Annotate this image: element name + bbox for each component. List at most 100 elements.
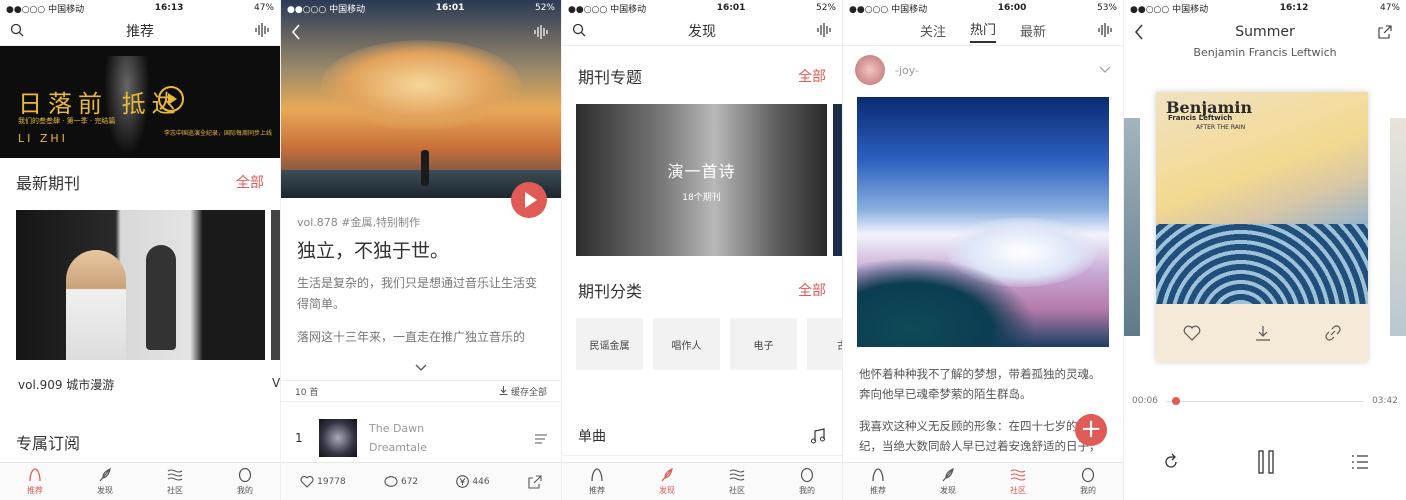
player-controls xyxy=(1124,450,1406,474)
tab-mine[interactable]: 我的 xyxy=(772,463,842,500)
action-bar: 19778 672 446 xyxy=(281,462,561,500)
tab-label: 社区 xyxy=(1010,486,1026,495)
clock: 16:01 xyxy=(435,3,465,13)
tab-recommend[interactable]: 推荐 xyxy=(0,463,70,500)
see-all-link[interactable]: 全部 xyxy=(798,280,826,300)
music-note-icon xyxy=(811,427,825,443)
heart-icon[interactable] xyxy=(1183,325,1201,341)
prev-album-card[interactable] xyxy=(1124,118,1140,336)
download-icon[interactable] xyxy=(1255,325,1271,341)
single-section[interactable]: 单曲 xyxy=(562,416,842,456)
comment-button[interactable]: 672 xyxy=(384,475,418,488)
category-chip[interactable]: 民谣金属 xyxy=(576,318,643,370)
banner[interactable]: 日落前 抵达 我们的叁叁肆 · 第一季 · 完结篇 LI ZHI 李志中国巡演全… xyxy=(0,46,280,158)
search-icon[interactable] xyxy=(572,23,586,41)
tab-community[interactable]: 社区 xyxy=(140,463,210,500)
now-playing-icon[interactable] xyxy=(1097,23,1113,41)
now-playing-icon[interactable] xyxy=(816,23,832,41)
avatar[interactable] xyxy=(855,55,885,85)
clock: 16:13 xyxy=(154,3,184,13)
tab-label: 社区 xyxy=(729,486,745,495)
coin-count: 446 xyxy=(472,476,490,487)
see-all-link[interactable]: 全部 xyxy=(236,172,264,192)
tab-discover[interactable]: 发现 xyxy=(632,463,702,500)
album-card: Benjamin Francis Leftwich AFTER THE RAIN xyxy=(1156,92,1368,362)
tab-bar: 推荐 发现 社区 我的 xyxy=(843,462,1123,500)
category-chip[interactable]: 电子 xyxy=(730,318,797,370)
back-icon[interactable] xyxy=(291,24,301,44)
category-chip[interactable]: 唱作人 xyxy=(653,318,720,370)
tab-recommend[interactable]: 推荐 xyxy=(843,463,913,500)
topic-count: 18个期刊 xyxy=(682,192,721,203)
next-album-card[interactable] xyxy=(1390,118,1406,336)
battery: 53% xyxy=(1096,3,1117,13)
tab-discover[interactable]: 发现 xyxy=(913,463,983,500)
status-bar: ●●○○○ 中国移动 16:13 47% xyxy=(0,0,280,16)
back-icon[interactable] xyxy=(1134,24,1144,44)
progress-handle[interactable] xyxy=(1171,396,1180,405)
tab-hot[interactable]: 热门 xyxy=(969,19,996,43)
see-all-link[interactable]: 全部 xyxy=(798,66,826,86)
coin-button[interactable]: 446 xyxy=(456,475,490,488)
now-playing-icon[interactable] xyxy=(533,24,549,43)
status-bar: ●●○○○ 中国移动 16:01 52% xyxy=(562,0,842,16)
search-icon[interactable] xyxy=(10,23,24,41)
track-number: 1 xyxy=(295,431,303,445)
now-playing-icon[interactable] xyxy=(254,23,270,41)
next-topic-card[interactable] xyxy=(833,104,842,256)
tab-mine[interactable]: 我的 xyxy=(1053,463,1123,500)
waves-icon xyxy=(167,469,183,481)
expand-chevron-icon[interactable] xyxy=(415,357,427,376)
tab-community[interactable]: 社区 xyxy=(983,463,1053,500)
battery: 47% xyxy=(1379,3,1400,13)
screen-volume-detail: ●●○○○ 中国移动 16:01 52% vol.878 #金属,特别制作 独立… xyxy=(281,0,562,500)
tab-recommend[interactable]: 推荐 xyxy=(562,463,632,500)
category-section-header: 期刊分类 全部 xyxy=(562,270,842,310)
track-menu-icon[interactable] xyxy=(535,429,547,448)
share-icon[interactable] xyxy=(1378,24,1392,43)
volume-paragraph-1: 生活是复杂的，我们只是想通过音乐让生活变得简单。 xyxy=(297,276,538,311)
volume-cover[interactable] xyxy=(16,210,265,360)
profile-icon xyxy=(800,467,814,483)
play-button[interactable] xyxy=(511,182,547,218)
track-list-header: 10 首 缓存全部 xyxy=(281,380,561,402)
cover-child xyxy=(66,250,126,360)
cache-all-button[interactable]: 缓存全部 xyxy=(499,385,547,398)
chevron-down-icon[interactable] xyxy=(1099,66,1111,74)
share-button[interactable] xyxy=(528,474,542,489)
album-art: Benjamin Francis Leftwich AFTER THE RAIN xyxy=(1156,92,1368,304)
post-author[interactable]: -joy- xyxy=(843,46,1123,94)
nav-bar: 发现 xyxy=(562,16,842,46)
add-post-button[interactable]: + xyxy=(1075,414,1107,446)
tab-following[interactable]: 关注 xyxy=(920,21,946,40)
track-artist: Dreamtale xyxy=(369,441,427,454)
like-button[interactable]: 19778 xyxy=(300,475,346,488)
tab-label: 社区 xyxy=(167,486,183,495)
playlist-icon[interactable] xyxy=(1351,455,1368,469)
community-tabs: 关注 热门 最新 xyxy=(843,16,1123,46)
tab-discover[interactable]: 发现 xyxy=(70,463,140,500)
topics-section-header: 期刊专题 全部 xyxy=(562,56,842,96)
category-chip[interactable]: 古 xyxy=(807,318,842,370)
tab-mine[interactable]: 我的 xyxy=(210,463,280,500)
tab-label: 我的 xyxy=(799,486,815,495)
clock: 16:12 xyxy=(1279,3,1309,13)
tab-latest[interactable]: 最新 xyxy=(1020,21,1046,40)
link-icon[interactable] xyxy=(1325,325,1341,341)
status-bar: ●●○○○ 中国移动 16:00 53% xyxy=(843,0,1123,16)
repeat-icon[interactable] xyxy=(1162,453,1180,471)
battery: 47% xyxy=(253,3,274,13)
post-image[interactable] xyxy=(857,97,1109,347)
pause-icon[interactable] xyxy=(1257,450,1275,474)
next-volume-cover[interactable] xyxy=(271,210,280,360)
recommend-icon xyxy=(872,468,884,482)
progress-row: 00:06 03:42 xyxy=(1124,396,1406,406)
progress-bar[interactable] xyxy=(1165,396,1365,405)
topic-card[interactable]: 演一首诗 18个期刊 xyxy=(576,104,827,256)
author-name: -joy- xyxy=(895,63,920,77)
post-paragraph: 我喜欢这种义无反顾的形象：在四十七岁的年纪，当绝大数同龄人早已过着安逸舒适的日子… xyxy=(859,419,1101,453)
tab-community[interactable]: 社区 xyxy=(702,463,772,500)
carrier: ●●○○○ 中国移动 xyxy=(6,4,85,15)
yen-icon xyxy=(456,475,470,488)
track-row[interactable]: 1 The Dawn Dreamtale xyxy=(281,412,561,464)
